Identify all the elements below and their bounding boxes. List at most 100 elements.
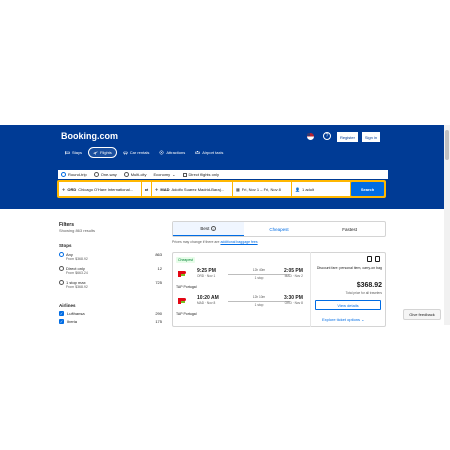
stop-filter-direct[interactable]: Direct only From $663.24 12 xyxy=(59,266,162,277)
return-stops: 1 stop xyxy=(241,303,277,307)
info-icon[interactable]: i xyxy=(211,226,217,231)
attractions-icon xyxy=(159,150,164,155)
departure-info: ORD · Nov 1 xyxy=(197,274,216,278)
total-price: $368.92 xyxy=(356,282,382,289)
airline-label: Iberia xyxy=(67,319,78,324)
multi-city-option[interactable]: Multi-city xyxy=(123,172,146,177)
multi-city-radio[interactable] xyxy=(123,172,129,177)
tab-fastest[interactable]: Fastest xyxy=(314,222,385,236)
to-name: Adolfo Suarez Madrid-Baraj... xyxy=(171,186,224,192)
person-icon: 👤 xyxy=(295,186,300,192)
return-duration: 12h 10m xyxy=(241,295,277,299)
cabin-label: Economy xyxy=(153,172,171,177)
landing-icon: ✈ xyxy=(155,186,159,192)
tap-airline-logo xyxy=(178,271,186,277)
duration: 12h 40m xyxy=(252,268,266,272)
nav-car-rentals[interactable]: Car rentals xyxy=(119,147,154,158)
round-trip-option[interactable]: Round-trip xyxy=(61,172,87,177)
cheapest-badge: Cheapest xyxy=(176,257,195,263)
nav-attractions[interactable]: Attractions xyxy=(155,147,189,158)
route-line xyxy=(228,301,290,302)
nav-flights-label: Flights xyxy=(100,150,112,155)
booking-flights-page: Booking.com ? Register Sign in Stays Fli… xyxy=(0,0,450,450)
stops: 1 stop xyxy=(254,276,264,280)
flight-result-card[interactable] xyxy=(172,252,386,327)
baggage-icons xyxy=(367,256,380,262)
nav-airport-taxis[interactable]: Airport taxis xyxy=(191,147,227,158)
airlines-title: Airlines xyxy=(59,303,76,308)
give-feedback-button[interactable]: Give feedback xyxy=(403,309,441,320)
stop-filter-one-stop[interactable]: 1 stop max From $368.92 725 xyxy=(59,280,162,291)
sort-tabs: Best i Cheapest Fastest xyxy=(172,221,386,237)
tap-airline-logo xyxy=(178,298,186,304)
from-field[interactable]: ✈ ORD Chicago O'Hare International... xyxy=(59,182,141,196)
booking-logo[interactable]: Booking.com xyxy=(61,131,118,141)
price-note-text: Prices may change if there are xyxy=(172,240,221,244)
airline-name: TAP Portugal xyxy=(176,285,197,289)
search-button[interactable]: Search xyxy=(351,182,384,196)
bed-icon xyxy=(65,151,70,155)
chevron-down-icon: ⌄ xyxy=(172,172,176,177)
to-code: MAD xyxy=(160,186,170,192)
airline-filter-iberia[interactable]: ✓ Iberia 175 xyxy=(59,319,162,325)
direct-only-checkbox[interactable] xyxy=(182,172,187,177)
stop-count: 725 xyxy=(155,280,162,285)
takeoff-icon: ✈ xyxy=(62,186,66,192)
airline-name: TAP Portugal xyxy=(176,312,197,316)
explore-label: Explore ticket options xyxy=(322,317,361,322)
stop-radio[interactable] xyxy=(59,280,64,285)
nav-stays[interactable]: Stays xyxy=(61,147,86,158)
airline-filter-lufthansa[interactable]: ✓ Lufthansa 290 xyxy=(59,311,162,317)
travelers-field[interactable]: 👤 1 adult xyxy=(292,182,350,196)
nav-attractions-label: Attractions xyxy=(166,150,186,155)
register-button[interactable]: Register xyxy=(337,132,358,142)
scrollbar-thumb[interactable] xyxy=(445,130,449,160)
us-flag-icon[interactable] xyxy=(307,133,314,140)
one-way-option[interactable]: One-way xyxy=(93,172,117,177)
stop-radio[interactable] xyxy=(59,252,64,257)
stops-title: Stops xyxy=(59,243,72,248)
stops: 1 stop xyxy=(254,303,264,307)
airline-count: 175 xyxy=(155,319,162,324)
nav-flights[interactable]: Flights xyxy=(88,147,117,158)
nav-stays-label: Stays xyxy=(72,150,83,155)
baggage-fees-link[interactable]: additional baggage fees xyxy=(220,240,257,244)
stop-from-price: From $368.92 xyxy=(66,257,88,261)
tab-cheapest[interactable]: Cheapest xyxy=(244,222,315,236)
airline-label: Lufthansa xyxy=(67,311,85,316)
tab-best[interactable]: Best i xyxy=(173,222,244,236)
swap-icon: ⇄ xyxy=(144,186,149,192)
results-count: Showing 863 results xyxy=(59,228,96,233)
date-field[interactable]: ▦ Fri, Nov 1 – Fri, Nov 8 xyxy=(233,182,291,196)
view-details-button[interactable]: View details xyxy=(315,300,381,310)
signin-button[interactable]: Sign in xyxy=(362,132,380,142)
personal-item-icon xyxy=(367,256,372,262)
chevron-down-icon: ⌄ xyxy=(361,317,365,322)
cabin-select[interactable]: Economy ⌄ xyxy=(153,172,175,177)
plane-icon xyxy=(93,151,98,155)
one-way-label: One-way xyxy=(100,172,117,177)
price-note: Prices may change if there are additiona… xyxy=(172,240,258,244)
stop-radio[interactable] xyxy=(59,266,64,271)
airline-count: 290 xyxy=(155,311,162,316)
stop-from-price: From $368.92 xyxy=(66,285,88,289)
checkbox-checked-icon[interactable]: ✓ xyxy=(59,311,64,316)
tab-best-label: Best xyxy=(200,226,210,231)
one-way-radio[interactable] xyxy=(93,172,99,177)
stop-count: 863 xyxy=(155,252,162,257)
stop-from-price: From $663.24 xyxy=(66,271,88,275)
direct-only-option[interactable]: Direct flights only xyxy=(182,172,219,177)
round-trip-radio[interactable] xyxy=(61,172,66,177)
explore-ticket-options-link[interactable]: Explore ticket options ⌄ xyxy=(322,317,365,322)
round-trip-label: Round-trip xyxy=(68,172,87,177)
product-nav: Stays Flights Car rentals Attractions Ai… xyxy=(61,147,227,158)
outbound-departure: 9:25 PM ORD · Nov 1 xyxy=(197,268,216,278)
help-icon[interactable]: ? xyxy=(323,132,331,140)
carry-on-bag-icon xyxy=(375,256,380,262)
to-field[interactable]: ✈ MAD Adolfo Suarez Madrid-Baraj... xyxy=(152,182,232,196)
card-divider xyxy=(310,252,311,327)
swap-button[interactable]: ⇄ xyxy=(142,182,151,196)
stop-filter-any[interactable]: Any From $368.92 863 xyxy=(59,252,162,263)
outbound-duration: 12h 40m xyxy=(241,268,277,272)
checkbox-checked-icon[interactable]: ✓ xyxy=(59,319,64,324)
